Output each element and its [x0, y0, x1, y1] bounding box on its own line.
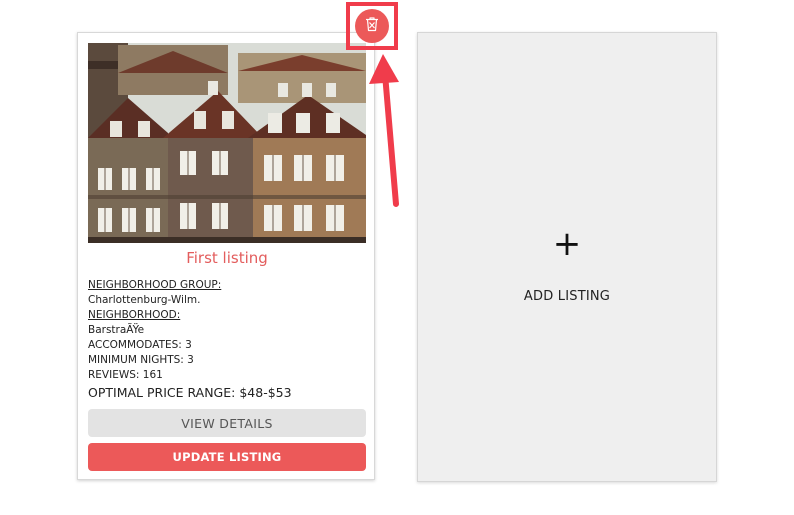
update-listing-button[interactable]: UPDATE LISTING	[88, 443, 366, 471]
optimal-price-range: OPTIMAL PRICE RANGE: $48-$53	[88, 385, 292, 400]
delete-listing-button[interactable]	[355, 9, 389, 43]
add-listing-label: ADD LISTING	[523, 289, 611, 304]
accommodates: ACCOMMODATES: 3	[88, 339, 192, 351]
reviews: REVIEWS: 161	[88, 369, 163, 381]
minimum-nights: MINIMUM NIGHTS: 3	[88, 354, 194, 366]
listing-photo	[88, 43, 366, 243]
add-listing-card[interactable]: + ADD LISTING	[417, 32, 717, 482]
neighborhood-group-label: NEIGHBORHOOD GROUP:	[88, 279, 222, 291]
view-details-button[interactable]: VIEW DETAILS	[88, 409, 366, 437]
neighborhood-group-value: Charlottenburg-Wilm.	[88, 294, 201, 306]
trash-icon	[363, 15, 381, 37]
listing-title: First listing	[186, 249, 268, 267]
listing-card: First listing NEIGHBORHOOD GROUP: Charlo…	[77, 32, 375, 480]
listing-details: NEIGHBORHOOD GROUP: Charlottenburg-Wilm.…	[88, 278, 366, 402]
plus-icon: +	[552, 224, 582, 264]
neighborhood-value: BarstraÃŸe	[88, 324, 145, 336]
listings-page: First listing NEIGHBORHOOD GROUP: Charlo…	[0, 0, 794, 515]
neighborhood-label: NEIGHBORHOOD:	[88, 309, 181, 321]
